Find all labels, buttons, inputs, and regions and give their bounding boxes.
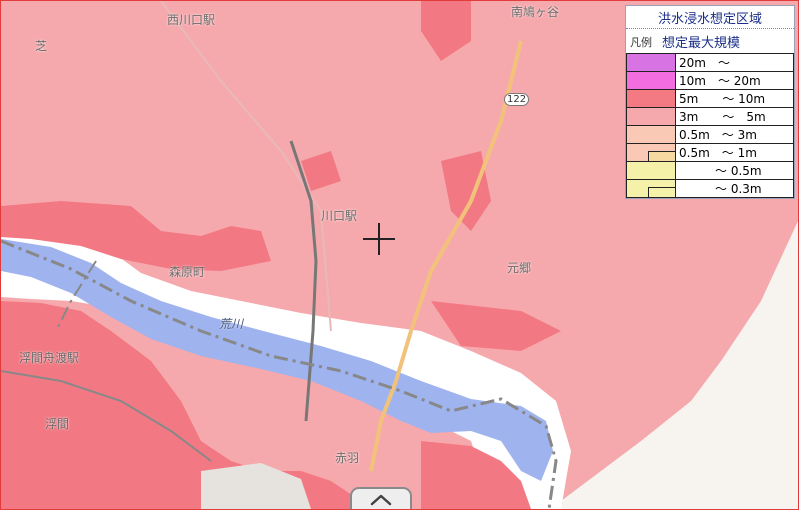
legend-label: 0.5m ～ 1m — [675, 143, 794, 162]
legend-row: 10m ～ 20m — [626, 71, 794, 90]
map-viewer[interactable]: 西川口駅 南鳩ヶ谷 芝 川口駅 森原町 元郷 荒川 赤羽 浮間舟渡駅 浮間 12… — [0, 0, 799, 510]
legend-table: 20m ～ 10m ～ 20m 5m ～ 10m 3m ～ 5m 0.5m ～ 3m 0.… — [626, 53, 794, 198]
arakawa-label: 荒川 — [219, 317, 244, 331]
legend-label: ～ 0.5m — [675, 161, 794, 180]
legend-row: 3m ～ 5m — [626, 107, 794, 126]
legend-swatch — [626, 125, 676, 144]
legend-label: 5m ～ 10m — [675, 89, 794, 108]
ukima-label: 浮間舟渡駅 — [19, 351, 80, 365]
legend-sub-swatch — [648, 151, 675, 161]
legend-title: 洪水浸水想定区域 — [626, 6, 794, 29]
moriya-label: 森原町 — [169, 265, 206, 279]
kawaguchi-station-label: 川口駅 — [321, 209, 358, 223]
route-badge: 122 — [504, 93, 530, 106]
legend-label: 10m ～ 20m — [675, 71, 794, 90]
legend-panel: 洪水浸水想定区域 凡例 想定最大規模 20m ～ 10m ～ 20m 5m ～ 10… — [625, 5, 795, 199]
funado-label: 浮間 — [45, 417, 70, 431]
legend-swatch — [626, 89, 676, 108]
legend-row: 0.5m ～ 1m — [626, 143, 794, 162]
shimura-label: 赤羽 — [335, 451, 360, 465]
legend-mark: 凡例 — [630, 35, 652, 49]
shiba-label: 芝 — [35, 39, 48, 53]
legend-swatch — [626, 143, 676, 162]
legend-row: 0.5m ～ 3m — [626, 125, 794, 144]
legend-label: ～ 0.3m — [675, 179, 794, 198]
legend-row: 20m ～ — [626, 53, 794, 72]
legend-swatch — [626, 161, 676, 180]
legend-label: 20m ～ — [675, 53, 794, 72]
legend-header: 凡例 想定最大規模 — [626, 29, 794, 53]
center-crosshair-icon — [363, 223, 395, 255]
legend-row: ～ 0.3m — [626, 179, 794, 198]
legend-row: 5m ～ 10m — [626, 89, 794, 108]
legend-scale: 想定最大規模 — [662, 36, 741, 51]
motogo-label: 元郷 — [507, 261, 532, 275]
chevron-up-icon — [370, 494, 392, 506]
legend-swatch — [626, 179, 676, 198]
legend-label: 3m ～ 5m — [675, 107, 794, 126]
legend-row: ～ 0.5m — [626, 161, 794, 180]
legend-sub-swatch — [648, 187, 675, 197]
minamihatogaya-label: 南鳩ヶ谷 — [511, 5, 560, 19]
legend-swatch — [626, 107, 676, 126]
collapse-panel-button[interactable] — [350, 487, 412, 509]
nishikawaguchi-label: 西川口駅 — [167, 13, 216, 27]
legend-label: 0.5m ～ 3m — [675, 125, 794, 144]
legend-swatch — [626, 53, 676, 72]
legend-swatch — [626, 71, 676, 90]
